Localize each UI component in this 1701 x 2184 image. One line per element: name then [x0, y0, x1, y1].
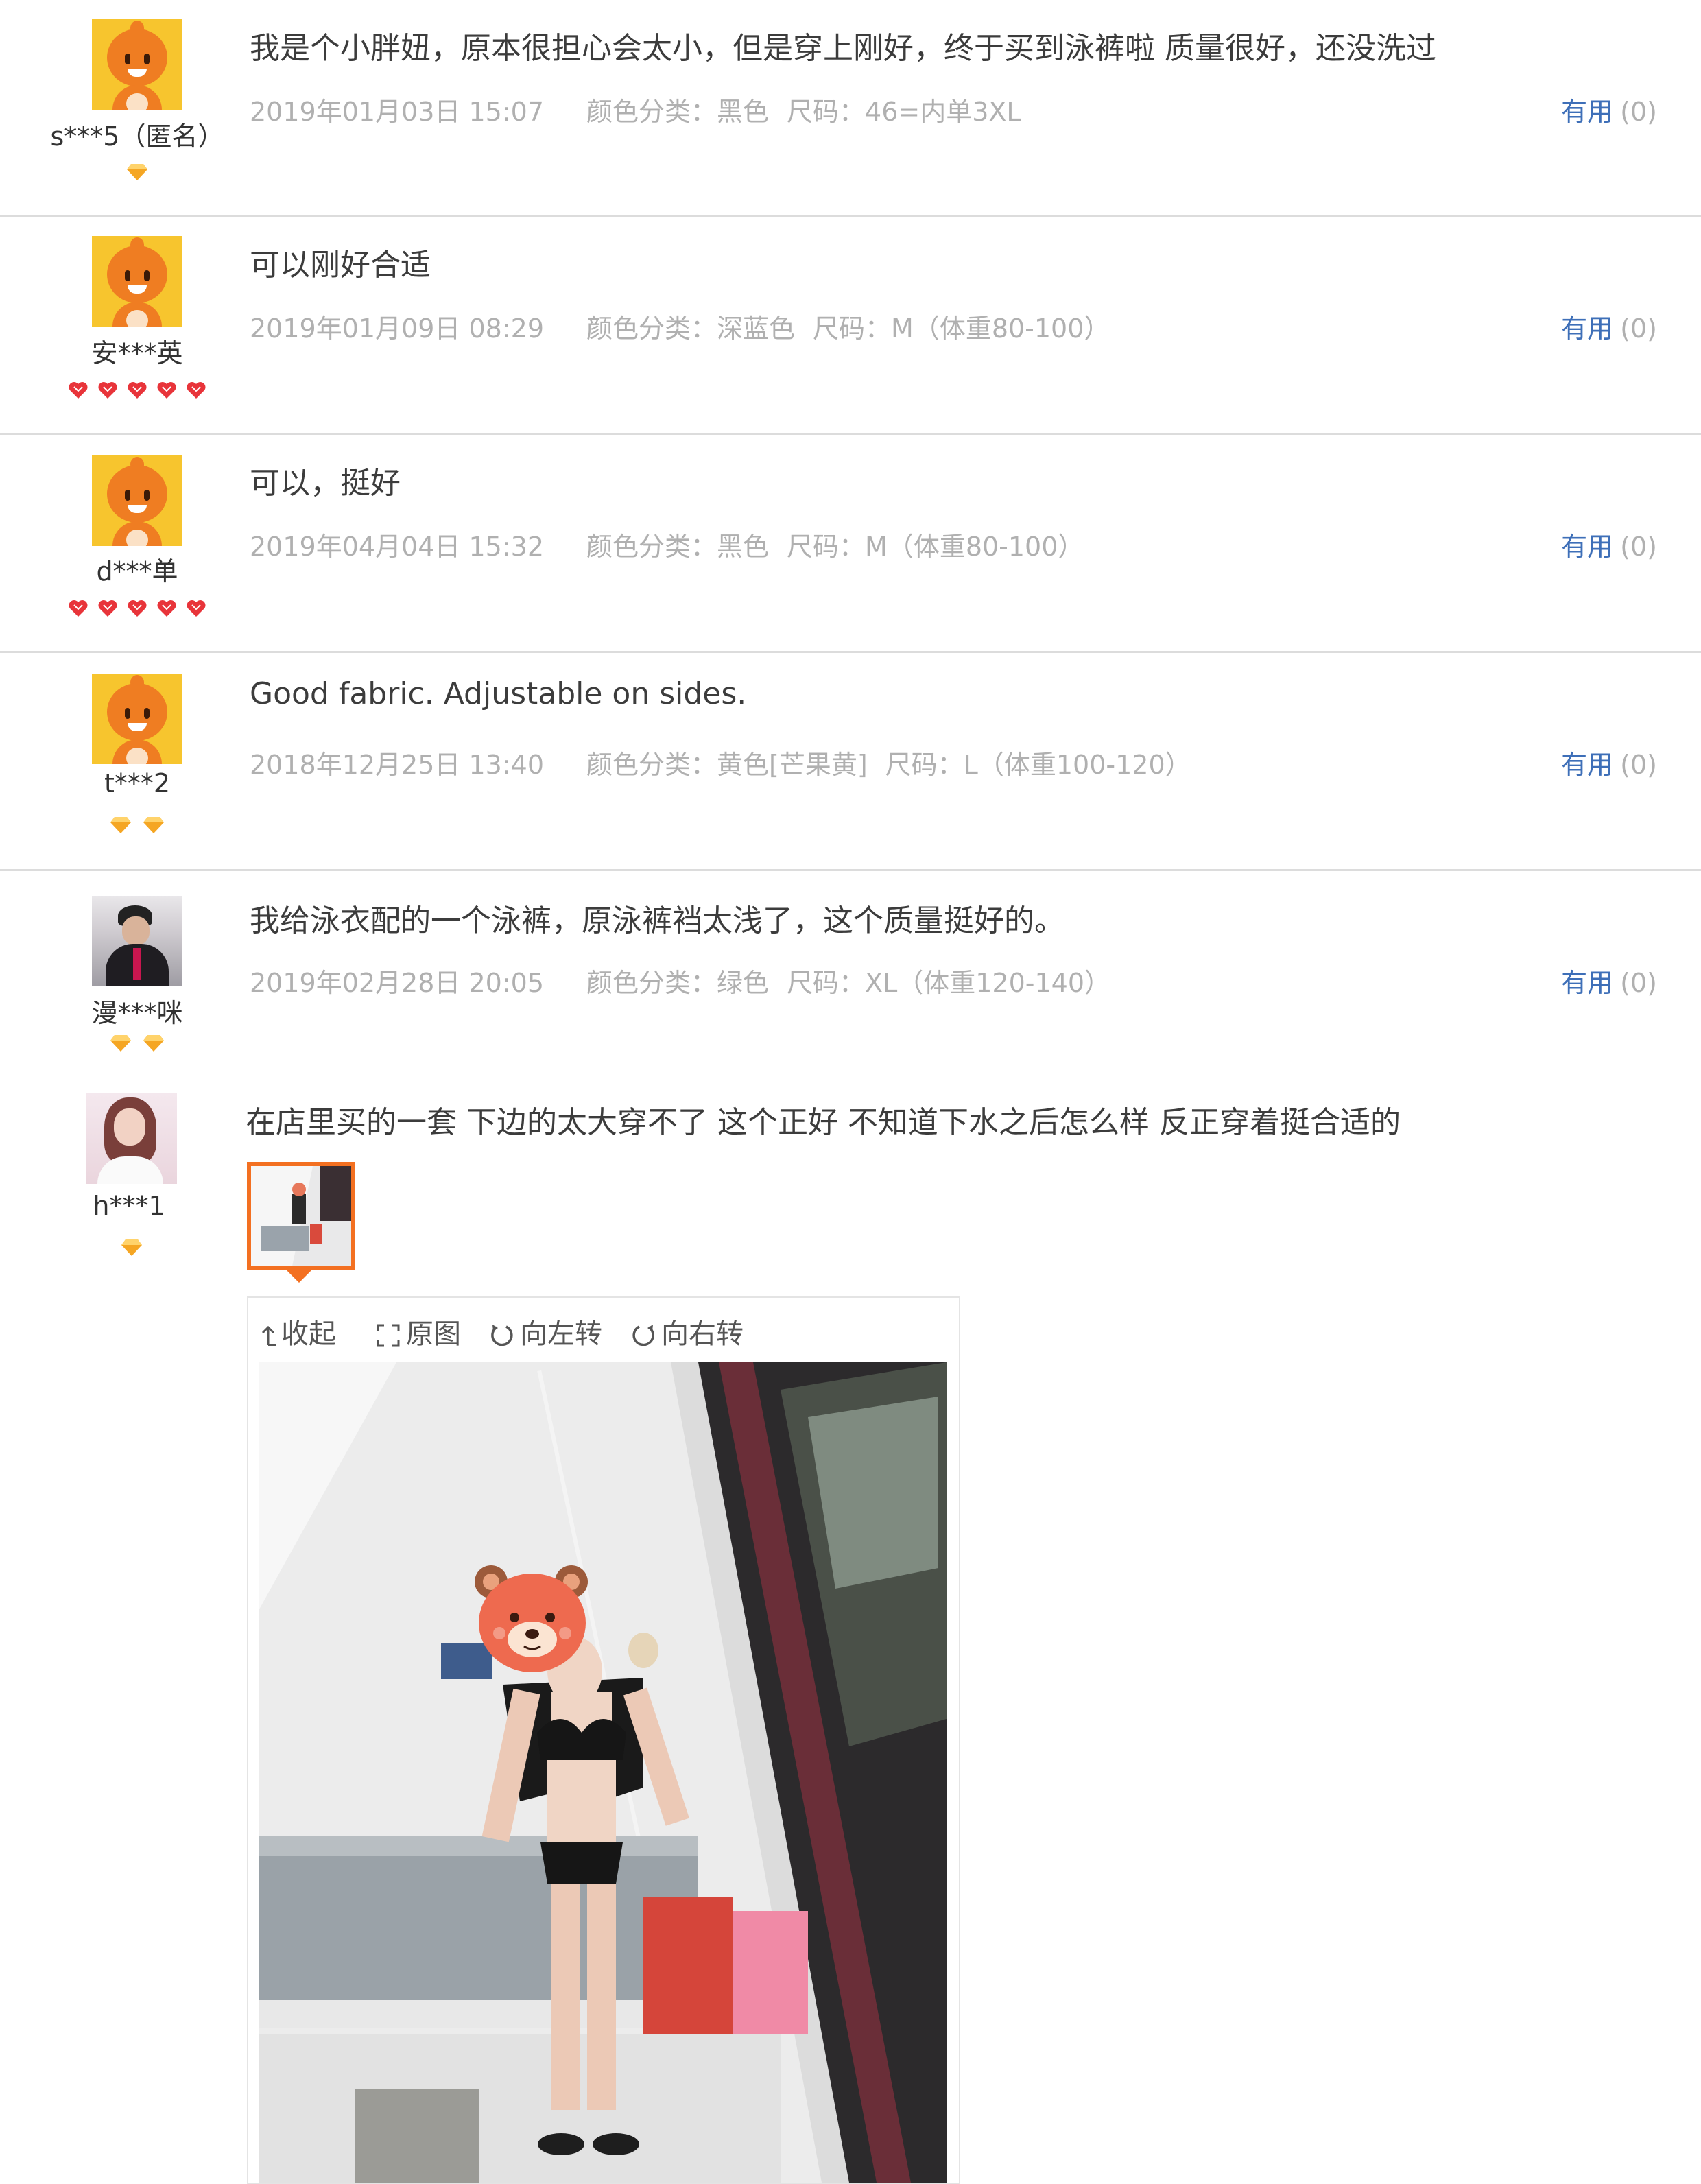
review-photo: [259, 1362, 947, 2183]
review-meta: 2019年02月28日 20:05 颜色分类：绿色 尺码：XL（体重120-140）: [250, 962, 1110, 999]
user-level-badges: [27, 1034, 247, 1062]
review-color: 颜色分类：绿色: [586, 968, 770, 998]
review-item: 安***英 可以刚好合适 2019年01月09日 08:29 颜色分类：深蓝色 尺码…: [0, 217, 1701, 435]
diamond-icon: [121, 1239, 142, 1256]
useful-count: (0): [1620, 968, 1657, 998]
user-avatar[interactable]: [86, 1093, 177, 1184]
heart-icon: [128, 382, 147, 399]
original-image-label: 原图: [406, 1318, 461, 1350]
review-meta: 2019年01月03日 15:07 颜色分类：黑色 尺码：46=内单3XL: [250, 91, 1021, 128]
collapse-label: 收起: [281, 1318, 336, 1350]
heart-icon: [157, 600, 176, 617]
arrow-up-icon: [261, 1325, 276, 1346]
original-image-button[interactable]: 原图: [374, 1311, 461, 1351]
review-color: 颜色分类：深蓝色: [586, 313, 796, 344]
review-date: 2019年02月28日 20:05: [250, 968, 545, 998]
user-level-badges: [27, 598, 247, 626]
rotate-left-label: 向左转: [520, 1318, 602, 1350]
thumbnail-pointer: [287, 1270, 311, 1283]
review-color: 颜色分类：黑色: [586, 532, 770, 562]
useful-count: (0): [1620, 750, 1657, 780]
rotate-right-label: 向右转: [661, 1318, 744, 1350]
rotate-left-icon: [491, 1325, 513, 1346]
heart-icon: [69, 382, 88, 399]
user-level-badges: [27, 163, 247, 191]
heart-icon: [98, 600, 117, 617]
useful-button[interactable]: 有用 (0): [1561, 744, 1657, 781]
rotate-right-button[interactable]: 向右转: [630, 1311, 744, 1351]
user-level-badges: [27, 380, 247, 407]
collapse-button[interactable]: 收起: [259, 1311, 336, 1351]
review-text: 可以刚好合适: [250, 248, 431, 283]
review-color: 颜色分类：黄色[芒果黄]: [586, 750, 868, 780]
review-date: 2019年01月03日 15:07: [250, 97, 545, 127]
review-meta: 2019年01月09日 08:29 颜色分类：深蓝色 尺码：M（体重80-100）: [250, 307, 1110, 345]
username: t***2: [104, 768, 171, 798]
photo-viewer: 收起 原图 向左转 向右转: [247, 1296, 960, 2184]
review-item: d***单 可以，挺好 2019年04月04日 15:32 颜色分类：黑色 尺码：M…: [0, 435, 1701, 653]
review-text: 在店里买的一套 下边的太大穿不了 这个正好 不知道下水之后怎么样 反正穿着挺合适…: [246, 1105, 1401, 1140]
useful-button[interactable]: 有用 (0): [1561, 962, 1657, 999]
review-date: 2019年04月04日 15:32: [250, 532, 545, 562]
review-photo-image: [259, 1362, 947, 2183]
useful-label: 有用: [1561, 532, 1614, 562]
user-level-badges: [22, 1239, 241, 1266]
diamond-icon: [143, 1035, 164, 1052]
diamond-icon: [110, 1035, 132, 1052]
review-item: s***5（匿名） 我是个小胖妞，原本很担心会太小，但是穿上刚好，终于买到泳裤啦…: [0, 0, 1701, 217]
heart-icon: [69, 600, 88, 617]
useful-label: 有用: [1561, 750, 1614, 780]
diamond-icon: [143, 817, 164, 833]
diamond-icon: [110, 817, 132, 833]
useful-count: (0): [1620, 532, 1657, 562]
review-size: 尺码：M（体重80-100）: [787, 532, 1084, 562]
expand-icon: [377, 1324, 400, 1347]
useful-label: 有用: [1561, 313, 1614, 344]
review-text: 我给泳衣配的一个泳裤，原泳裤裆太浅了，这个质量挺好的。: [250, 903, 1064, 938]
review-size: 尺码：46=内单3XL: [787, 97, 1021, 127]
useful-label: 有用: [1561, 97, 1614, 127]
user-avatar[interactable]: [92, 236, 182, 327]
user-avatar[interactable]: [92, 19, 182, 110]
useful-label: 有用: [1561, 968, 1614, 998]
review-text: 我是个小胖妞，原本很担心会太小，但是穿上刚好，终于买到泳裤啦 质量很好，还没洗过: [250, 31, 1436, 66]
username: d***单: [96, 556, 178, 586]
user-avatar[interactable]: [92, 455, 182, 546]
username: 漫***咪: [91, 998, 183, 1028]
review-date: 2019年01月09日 08:29: [250, 313, 545, 344]
review-photo-thumbnail[interactable]: [247, 1162, 355, 1270]
review-item: 漫***咪 我给泳衣配的一个泳裤，原泳裤裆太浅了，这个质量挺好的。 2019年0…: [0, 871, 1701, 1077]
user-level-badges: [27, 816, 247, 844]
useful-button[interactable]: 有用 (0): [1561, 307, 1657, 345]
useful-count: (0): [1620, 313, 1657, 344]
review-date: 2018年12月25日 13:40: [250, 750, 545, 780]
user-avatar[interactable]: [92, 674, 182, 764]
heart-icon: [128, 600, 147, 617]
review-color: 颜色分类：黑色: [586, 97, 770, 127]
username: 安***英: [91, 338, 183, 368]
review-size: 尺码：XL（体重120-140）: [787, 968, 1111, 998]
diamond-icon: [127, 164, 147, 180]
heart-icon: [187, 382, 206, 399]
review-item: t***2 Good fabric. Adjustable on sides. …: [0, 653, 1701, 871]
review-size: 尺码：M（体重80-100）: [813, 313, 1110, 344]
rotate-left-button[interactable]: 向左转: [488, 1311, 602, 1351]
heart-icon: [157, 382, 176, 399]
review-meta: 2019年04月04日 15:32 颜色分类：黑色 尺码：M（体重80-100）: [250, 525, 1084, 563]
username: h***1: [93, 1191, 165, 1221]
useful-button[interactable]: 有用 (0): [1561, 525, 1657, 563]
heart-icon: [98, 382, 117, 399]
rotate-right-icon: [632, 1325, 654, 1346]
review-text: Good fabric. Adjustable on sides.: [250, 676, 747, 711]
review-size: 尺码：L（体重100-120）: [885, 750, 1191, 780]
photo-thumbnail-image: [251, 1166, 351, 1266]
user-avatar[interactable]: [92, 896, 182, 986]
heart-icon: [187, 600, 206, 617]
username: s***5（匿名）: [50, 121, 224, 152]
useful-button[interactable]: 有用 (0): [1561, 91, 1657, 128]
useful-count: (0): [1620, 97, 1657, 127]
review-meta: 2018年12月25日 13:40 颜色分类：黄色[芒果黄] 尺码：L（体重100-…: [250, 744, 1191, 781]
review-text: 可以，挺好: [250, 466, 401, 501]
